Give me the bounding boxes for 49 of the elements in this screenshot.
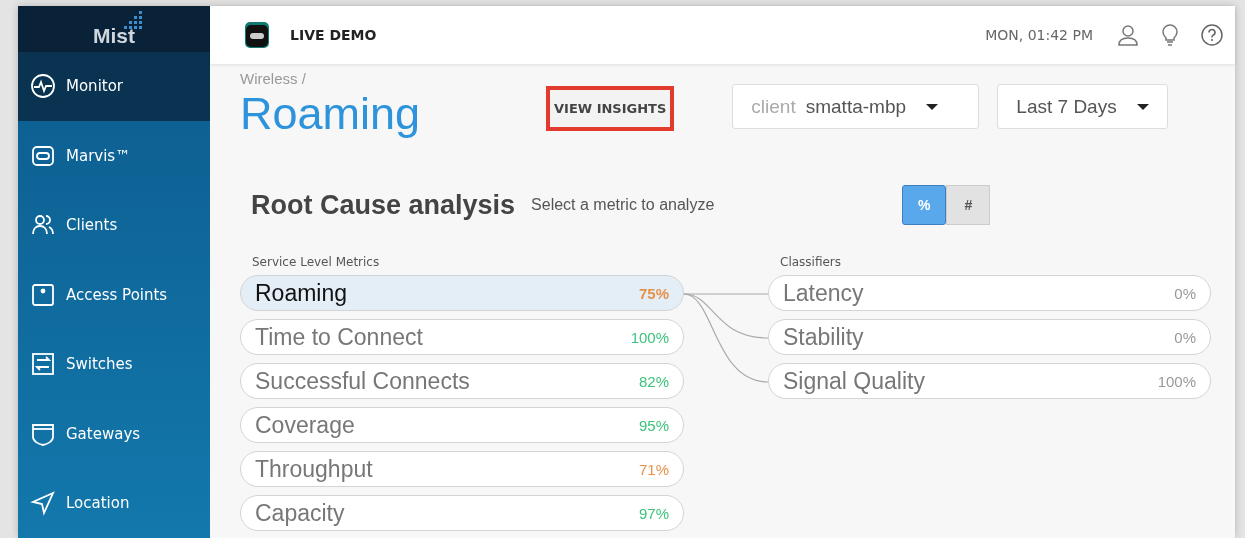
metric-value: 97% [638,504,669,522]
unit-toggle[interactable]: # [946,185,991,225]
metric-pill[interactable]: Throughput 71% [240,451,684,487]
sidebar-item[interactable]: Clients [18,190,210,260]
sidebar-item[interactable]: Monitor [18,51,210,121]
metric-value: 71% [638,460,669,478]
view-insights-button[interactable]: VIEW INSIGHTS [546,86,675,131]
metric-value: 75% [638,284,669,302]
navigation-arrow-icon [30,490,56,517]
metric-pill[interactable]: Time to Connect 100% [240,319,684,355]
classifier-pill[interactable]: Signal Quality 100% [768,363,1211,399]
metric-value: 82% [638,372,669,390]
sidebar-item[interactable]: Gateways [18,399,210,469]
metric-pill[interactable]: Roaming 75% [240,275,684,311]
page-title: Roaming [240,87,422,141]
metric-pill[interactable]: Successful Connects 82% [240,363,684,399]
classifier-value: 0% [1174,328,1196,346]
robot-avatar-icon [244,21,270,49]
breadcrumb[interactable]: Wireless / [240,70,546,87]
filter-dropdown[interactable]: client smatta-mbp [732,84,980,129]
metric-pill[interactable]: Capacity 97% [240,495,684,531]
caret-icon [1136,102,1149,111]
sidebar-item[interactable]: Access Points [18,260,210,330]
classifier-value: 0% [1174,284,1196,302]
column-heading: Classifiers [780,255,843,269]
section-subtitle: Select a metric to analyze [531,196,715,214]
signal-dots-icon [121,10,143,30]
metric-pill[interactable]: Coverage 95% [240,407,684,443]
metric-value: 95% [638,416,669,434]
sidebar-item[interactable]: Location [18,468,210,538]
sidebar-item[interactable]: Marvis™ [18,121,210,191]
logo-text: Mist [93,23,135,48]
classifier-value: 100% [1157,372,1196,390]
caret-icon [926,102,938,111]
sidebar-item[interactable]: Switches [18,329,210,399]
pulse-icon [30,73,56,100]
filter-dropdown[interactable]: Last 7 Days [997,84,1168,129]
metric-value: 100% [630,328,669,346]
header-title: LIVE DEMO [290,27,377,43]
help-icon[interactable] [1201,24,1223,46]
classifier-pill[interactable]: Stability 0% [768,319,1211,355]
date-time: MON, 01:42 PM [985,27,1093,43]
access-point-icon [30,281,56,308]
lightbulb-icon[interactable] [1161,24,1179,46]
switch-icon [30,351,56,378]
classifier-pill[interactable]: Latency 0% [768,275,1211,311]
user-icon[interactable] [1117,24,1139,46]
column-heading: Service Level Metrics [252,255,381,269]
section-title: Root Cause analysis [251,189,516,221]
